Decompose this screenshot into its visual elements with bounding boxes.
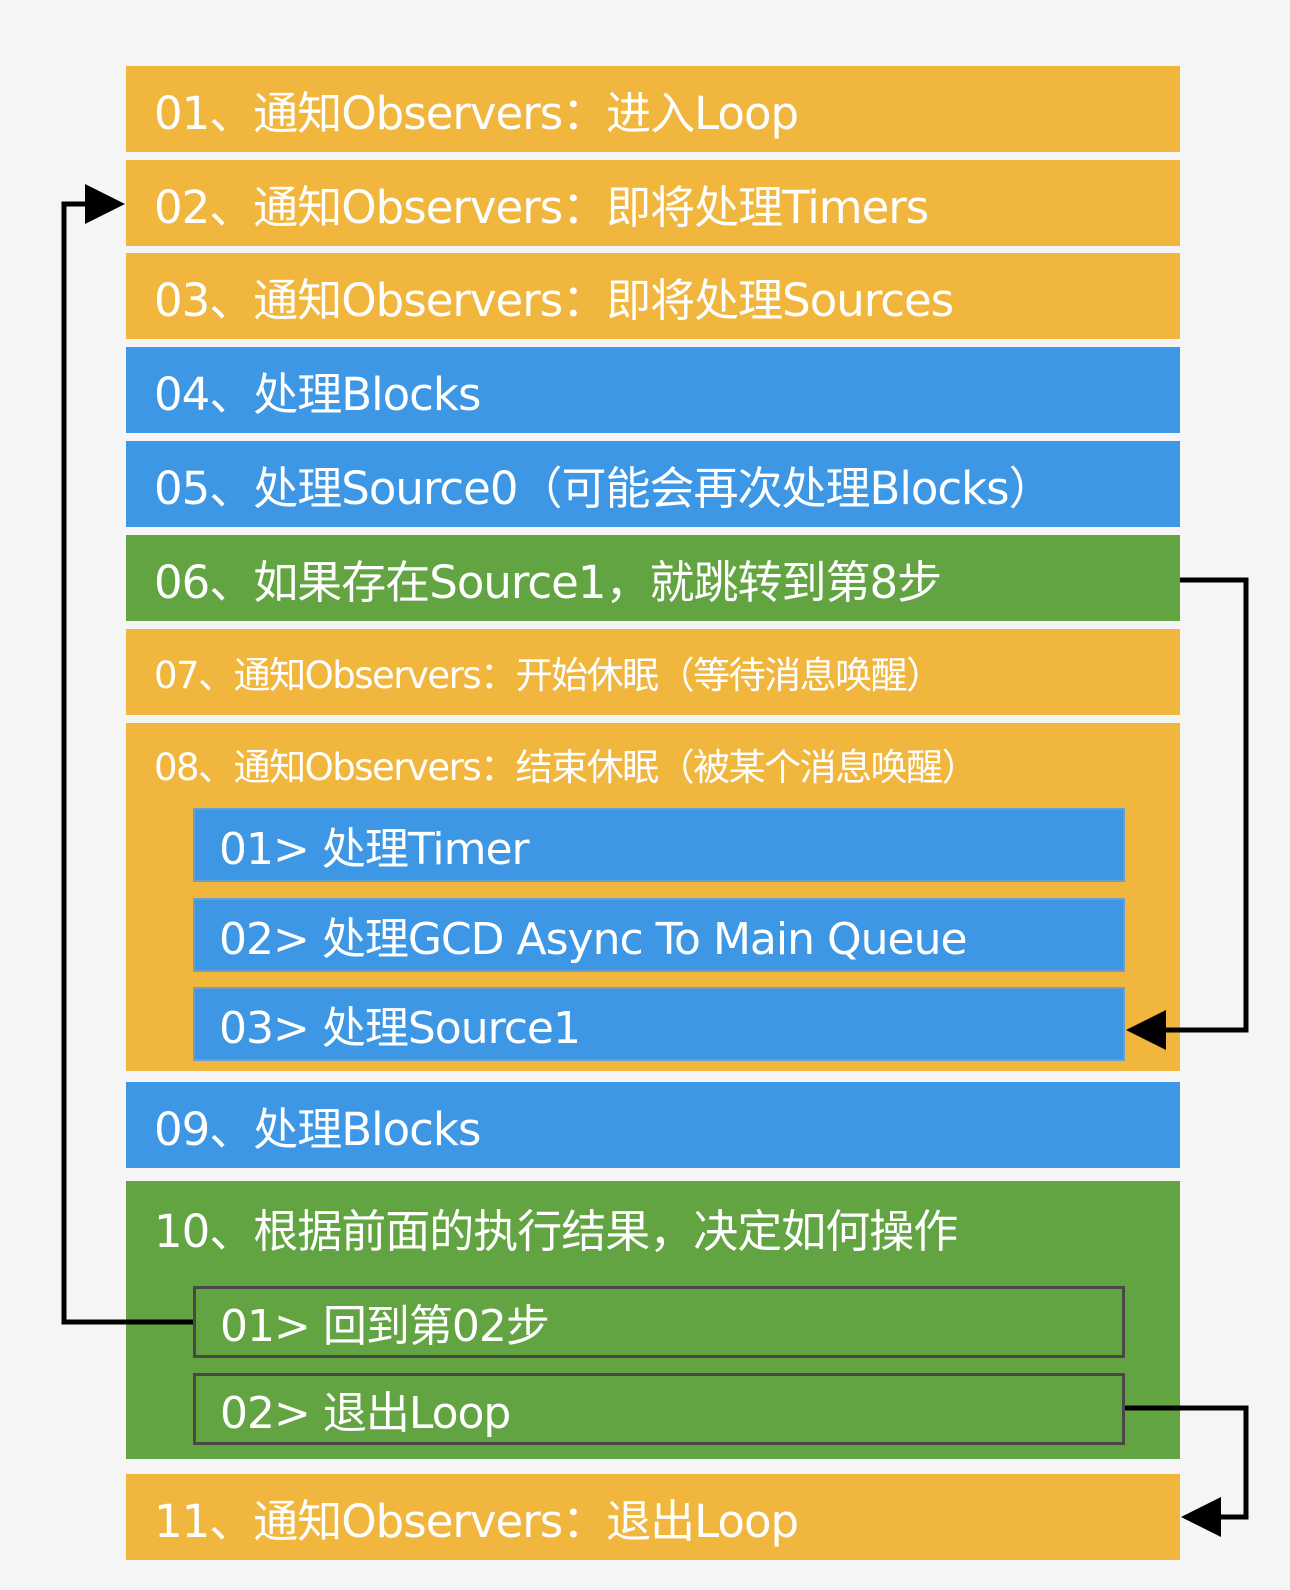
step-03: 03、通知Observers：即将处理Sources [126, 253, 1180, 339]
step-08-substep-03: 03> 处理Source1 [193, 987, 1125, 1061]
step-08-label: 08、通知Observers：结束休眠（被某个消息唤醒） [154, 746, 979, 789]
step-08-substep-01: 01> 处理Timer [193, 808, 1125, 882]
step-10-substep-01: 01> 回到第02步 [193, 1286, 1125, 1358]
step-10-substep-02: 02> 退出Loop [193, 1373, 1125, 1445]
step-07: 07、通知Observers：开始休眠（等待消息唤醒） [126, 629, 1180, 715]
step-01: 01、通知Observers：进入Loop [126, 66, 1180, 152]
step-06: 06、如果存在Source1，就跳转到第8步 [126, 535, 1180, 621]
step-05: 05、处理Source0（可能会再次处理Blocks） [126, 441, 1180, 527]
step-04: 04、处理Blocks [126, 347, 1180, 433]
step-10-label: 10、根据前面的执行结果，决定如何操作 [154, 1205, 958, 1258]
step-02: 02、通知Observers：即将处理Timers [126, 160, 1180, 246]
step-11: 11、通知Observers：退出Loop [126, 1474, 1180, 1560]
step-08-substep-02: 02> 处理GCD Async To Main Queue [193, 898, 1125, 972]
step-09: 09、处理Blocks [126, 1082, 1180, 1168]
